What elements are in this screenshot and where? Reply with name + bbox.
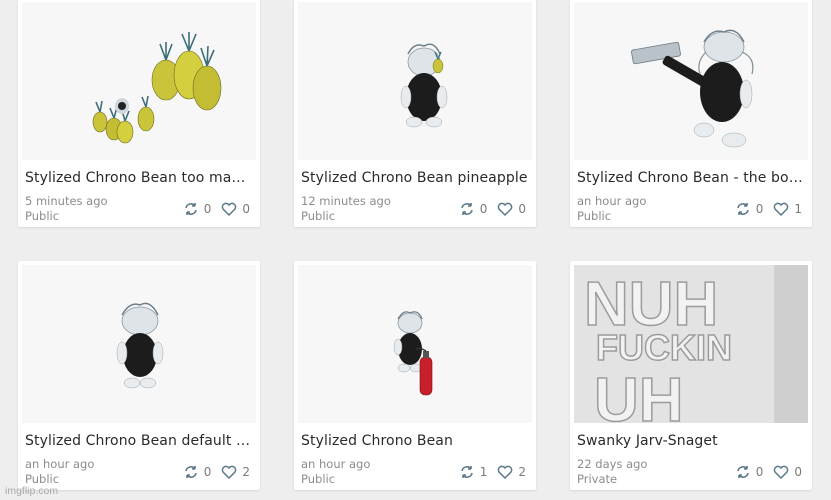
- project-stats: 0 2: [173, 465, 250, 479]
- heart-icon: [222, 465, 237, 479]
- project-stats: 0 0: [449, 202, 526, 216]
- project-visibility: Public: [301, 209, 336, 223]
- heart-icon: [498, 202, 513, 216]
- project-visibility: Public: [301, 472, 336, 486]
- project-thumbnail[interactable]: [22, 265, 256, 423]
- block-text-line-3: UH: [594, 366, 684, 423]
- heart-icon: [222, 202, 237, 216]
- like-count[interactable]: 0: [497, 202, 526, 216]
- remix-icon: [460, 203, 473, 215]
- project-time: 22 days ago: [577, 457, 648, 471]
- remix-icon: [736, 466, 749, 478]
- remix-count-value: 0: [755, 465, 764, 479]
- project-title[interactable]: Stylized Chrono Bean pineapple: [301, 170, 528, 186]
- project-stats: 0 1: [725, 202, 802, 216]
- remix-icon: [184, 466, 197, 478]
- pineapples-scene-image: [92, 32, 222, 144]
- project-thumbnail[interactable]: [22, 2, 256, 160]
- remix-count[interactable]: 0: [735, 202, 764, 216]
- remix-count[interactable]: 0: [183, 465, 212, 479]
- project-thumbnail[interactable]: NUH FUCKIN UH: [574, 265, 808, 423]
- project-visibility: Private: [577, 472, 618, 486]
- project-thumbnail[interactable]: [298, 265, 532, 423]
- like-count-value: 1: [794, 202, 802, 216]
- like-count[interactable]: 1: [773, 202, 802, 216]
- remix-count-value: 0: [203, 465, 212, 479]
- project-time: 12 minutes ago: [301, 194, 391, 208]
- bean-holding-pineapple-image: [400, 43, 448, 128]
- remix-icon: [184, 203, 197, 215]
- remix-icon: [460, 466, 473, 478]
- project-card[interactable]: Stylized Chrono Bean an hour ago Public …: [294, 261, 536, 490]
- like-count-value: 0: [242, 202, 250, 216]
- like-count[interactable]: 0: [221, 202, 250, 216]
- project-time: an hour ago: [577, 194, 647, 208]
- project-title[interactable]: Stylized Chrono Bean too many ...: [25, 170, 252, 186]
- project-thumbnail[interactable]: [574, 2, 808, 160]
- like-count-value: 2: [242, 465, 250, 479]
- project-card[interactable]: Stylized Chrono Bean default p... an hou…: [18, 261, 260, 490]
- like-count-value: 0: [518, 202, 526, 216]
- remix-count-value: 0: [203, 202, 212, 216]
- remix-count[interactable]: 0: [183, 202, 212, 216]
- remix-count-value: 1: [479, 465, 488, 479]
- project-time: an hour ago: [25, 457, 95, 471]
- watermark: imgflip.com: [5, 485, 59, 497]
- remix-count[interactable]: 0: [735, 465, 764, 479]
- heart-icon: [774, 202, 789, 216]
- bean-default-pose-image: [116, 302, 164, 389]
- 3d-block-text-image: NUH FUCKIN UH: [574, 265, 808, 423]
- block-text-line-2: FUCKIN: [596, 327, 732, 368]
- remix-count[interactable]: 1: [459, 465, 488, 479]
- project-card[interactable]: Stylized Chrono Bean too many ... 5 minu…: [18, 0, 260, 227]
- project-visibility: Public: [25, 209, 60, 223]
- project-card[interactable]: NUH FUCKIN UH Swanky Jarv-Snaget 22 days…: [570, 261, 812, 490]
- remix-count[interactable]: 0: [459, 202, 488, 216]
- project-title[interactable]: Stylized Chrono Bean: [301, 433, 528, 449]
- heart-icon: [498, 465, 513, 479]
- like-count[interactable]: 0: [773, 465, 802, 479]
- project-card[interactable]: Stylized Chrono Bean pineapple 12 minute…: [294, 0, 536, 227]
- like-count[interactable]: 2: [221, 465, 250, 479]
- project-title[interactable]: Stylized Chrono Bean - the bonk: [577, 170, 804, 186]
- project-visibility: Public: [577, 209, 612, 223]
- project-visibility: Public: [25, 472, 60, 486]
- remix-count-value: 0: [755, 202, 764, 216]
- project-title[interactable]: Swanky Jarv-Snaget: [577, 433, 804, 449]
- project-time: an hour ago: [301, 457, 371, 471]
- heart-icon: [774, 465, 789, 479]
- like-count[interactable]: 2: [497, 465, 526, 479]
- like-count-value: 2: [518, 465, 526, 479]
- project-title[interactable]: Stylized Chrono Bean default p...: [25, 433, 252, 449]
- bean-with-hammer-image: [631, 29, 754, 148]
- project-stats: 0 0: [173, 202, 250, 216]
- like-count-value: 0: [794, 465, 802, 479]
- project-time: 5 minutes ago: [25, 194, 108, 208]
- bean-with-extinguisher-image: [393, 311, 433, 396]
- project-thumbnail[interactable]: [298, 2, 532, 160]
- remix-icon: [736, 203, 749, 215]
- project-stats: 0 0: [725, 465, 802, 479]
- project-card[interactable]: Stylized Chrono Bean - the bonk an hour …: [570, 0, 812, 227]
- project-stats: 1 2: [449, 465, 526, 479]
- remix-count-value: 0: [479, 202, 488, 216]
